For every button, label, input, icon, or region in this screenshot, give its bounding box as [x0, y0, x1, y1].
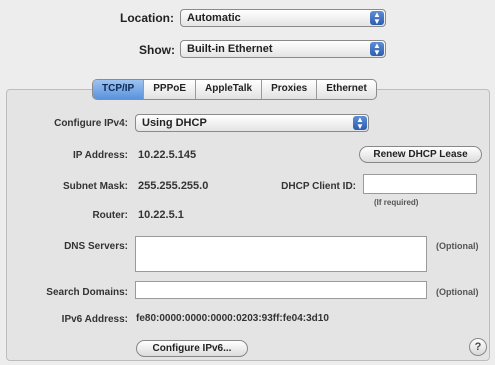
subnet-mask-value: 255.255.255.0 — [138, 180, 209, 192]
location-value: Automatic — [187, 12, 241, 24]
router-value: 10.22.5.1 — [138, 209, 184, 221]
network-preferences-window: Location: Automatic ▲ ▼ Show: Built-in Et… — [0, 0, 495, 365]
popup-arrows-icon: ▲ ▼ — [370, 11, 384, 26]
ipv6-address-label: IPv6 Address: — [61, 314, 128, 325]
location-label: Location: — [120, 11, 174, 25]
tab-pppoe[interactable]: PPPoE — [144, 80, 197, 99]
configure-ipv4-popup[interactable]: Using DHCP ▲ ▼ — [135, 114, 369, 132]
tab-bar: TCP/IP PPPoE AppleTalk Proxies Ethernet — [92, 79, 377, 100]
help-button[interactable]: ? — [469, 338, 487, 356]
search-domains-hint: (Optional) — [436, 287, 479, 297]
search-domains-label: Search Domains: — [46, 287, 128, 298]
show-popup[interactable]: Built-in Ethernet ▲ ▼ — [180, 40, 386, 58]
configure-ipv4-value: Using DHCP — [142, 117, 207, 129]
ip-address-value: 10.22.5.145 — [138, 149, 197, 161]
router-label: Router: — [92, 210, 128, 221]
dns-servers-hint: (Optional) — [436, 241, 479, 251]
renew-dhcp-lease-button[interactable]: Renew DHCP Lease — [359, 146, 482, 163]
search-domains-field[interactable] — [135, 281, 427, 299]
dns-servers-label: DNS Servers: — [64, 241, 128, 252]
tab-ethernet[interactable]: Ethernet — [317, 80, 376, 99]
tab-tcpip[interactable]: TCP/IP — [93, 80, 145, 99]
location-popup[interactable]: Automatic ▲ ▼ — [180, 9, 386, 27]
show-label: Show: — [139, 43, 175, 57]
popup-arrows-icon: ▲ ▼ — [353, 116, 367, 131]
show-value: Built-in Ethernet — [187, 43, 273, 55]
configure-ipv4-label: Configure IPv4: — [54, 118, 128, 129]
dns-servers-field[interactable] — [135, 236, 427, 272]
ip-address-label: IP Address: — [72, 150, 128, 161]
dhcp-client-id-field[interactable] — [363, 174, 477, 194]
dhcp-client-id-label: DHCP Client ID: — [281, 181, 356, 192]
dhcp-client-id-hint: (If required) — [374, 198, 419, 207]
tab-appletalk[interactable]: AppleTalk — [196, 80, 263, 99]
ipv6-address-value: fe80:0000:0000:0000:0203:93ff:fe04:3d10 — [136, 313, 329, 324]
popup-arrows-icon: ▲ ▼ — [370, 42, 384, 57]
tab-proxies[interactable]: Proxies — [262, 80, 318, 99]
configure-ipv6-button[interactable]: Configure IPv6... — [136, 340, 248, 357]
subnet-mask-label: Subnet Mask: — [62, 181, 128, 192]
